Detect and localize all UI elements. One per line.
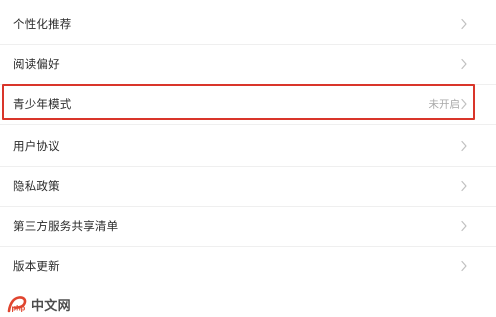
php-logo-text: php — [12, 304, 26, 313]
settings-item-version-update[interactable]: 版本更新 — [0, 246, 496, 286]
settings-item-reading-preference[interactable]: 阅读偏好 — [0, 44, 496, 84]
chevron-right-icon — [460, 140, 468, 152]
settings-item-privacy-policy[interactable]: 隐私政策 — [0, 166, 496, 206]
chevron-right-icon — [460, 58, 468, 70]
chevron-right-icon — [460, 98, 468, 110]
settings-item-label: 阅读偏好 — [13, 57, 60, 71]
settings-item-label: 个性化推荐 — [13, 17, 72, 31]
chevron-right-icon — [460, 220, 468, 232]
watermark-text: 中文网 — [31, 297, 71, 313]
chevron-right-icon — [460, 180, 468, 192]
chevron-right-icon — [460, 260, 468, 272]
divider — [0, 124, 496, 125]
settings-item-personalized-recommendation[interactable]: 个性化推荐 — [0, 4, 496, 44]
settings-item-third-party-sharing-list[interactable]: 第三方服务共享清单 — [0, 206, 496, 246]
settings-item-label: 隐私政策 — [13, 179, 60, 193]
php-logo-icon: php — [7, 296, 27, 313]
settings-item-user-agreement[interactable]: 用户协议 — [0, 126, 496, 166]
chevron-right-icon — [460, 18, 468, 30]
settings-item-teen-mode[interactable]: 青少年模式 未开启 — [0, 84, 496, 124]
settings-item-label: 用户协议 — [13, 139, 60, 153]
settings-item-label: 版本更新 — [13, 259, 60, 273]
teen-mode-status: 未开启 — [428, 98, 461, 111]
settings-item-label: 第三方服务共享清单 — [13, 219, 119, 233]
watermark: php 中文网 — [5, 294, 71, 314]
settings-item-label: 青少年模式 — [13, 97, 72, 111]
